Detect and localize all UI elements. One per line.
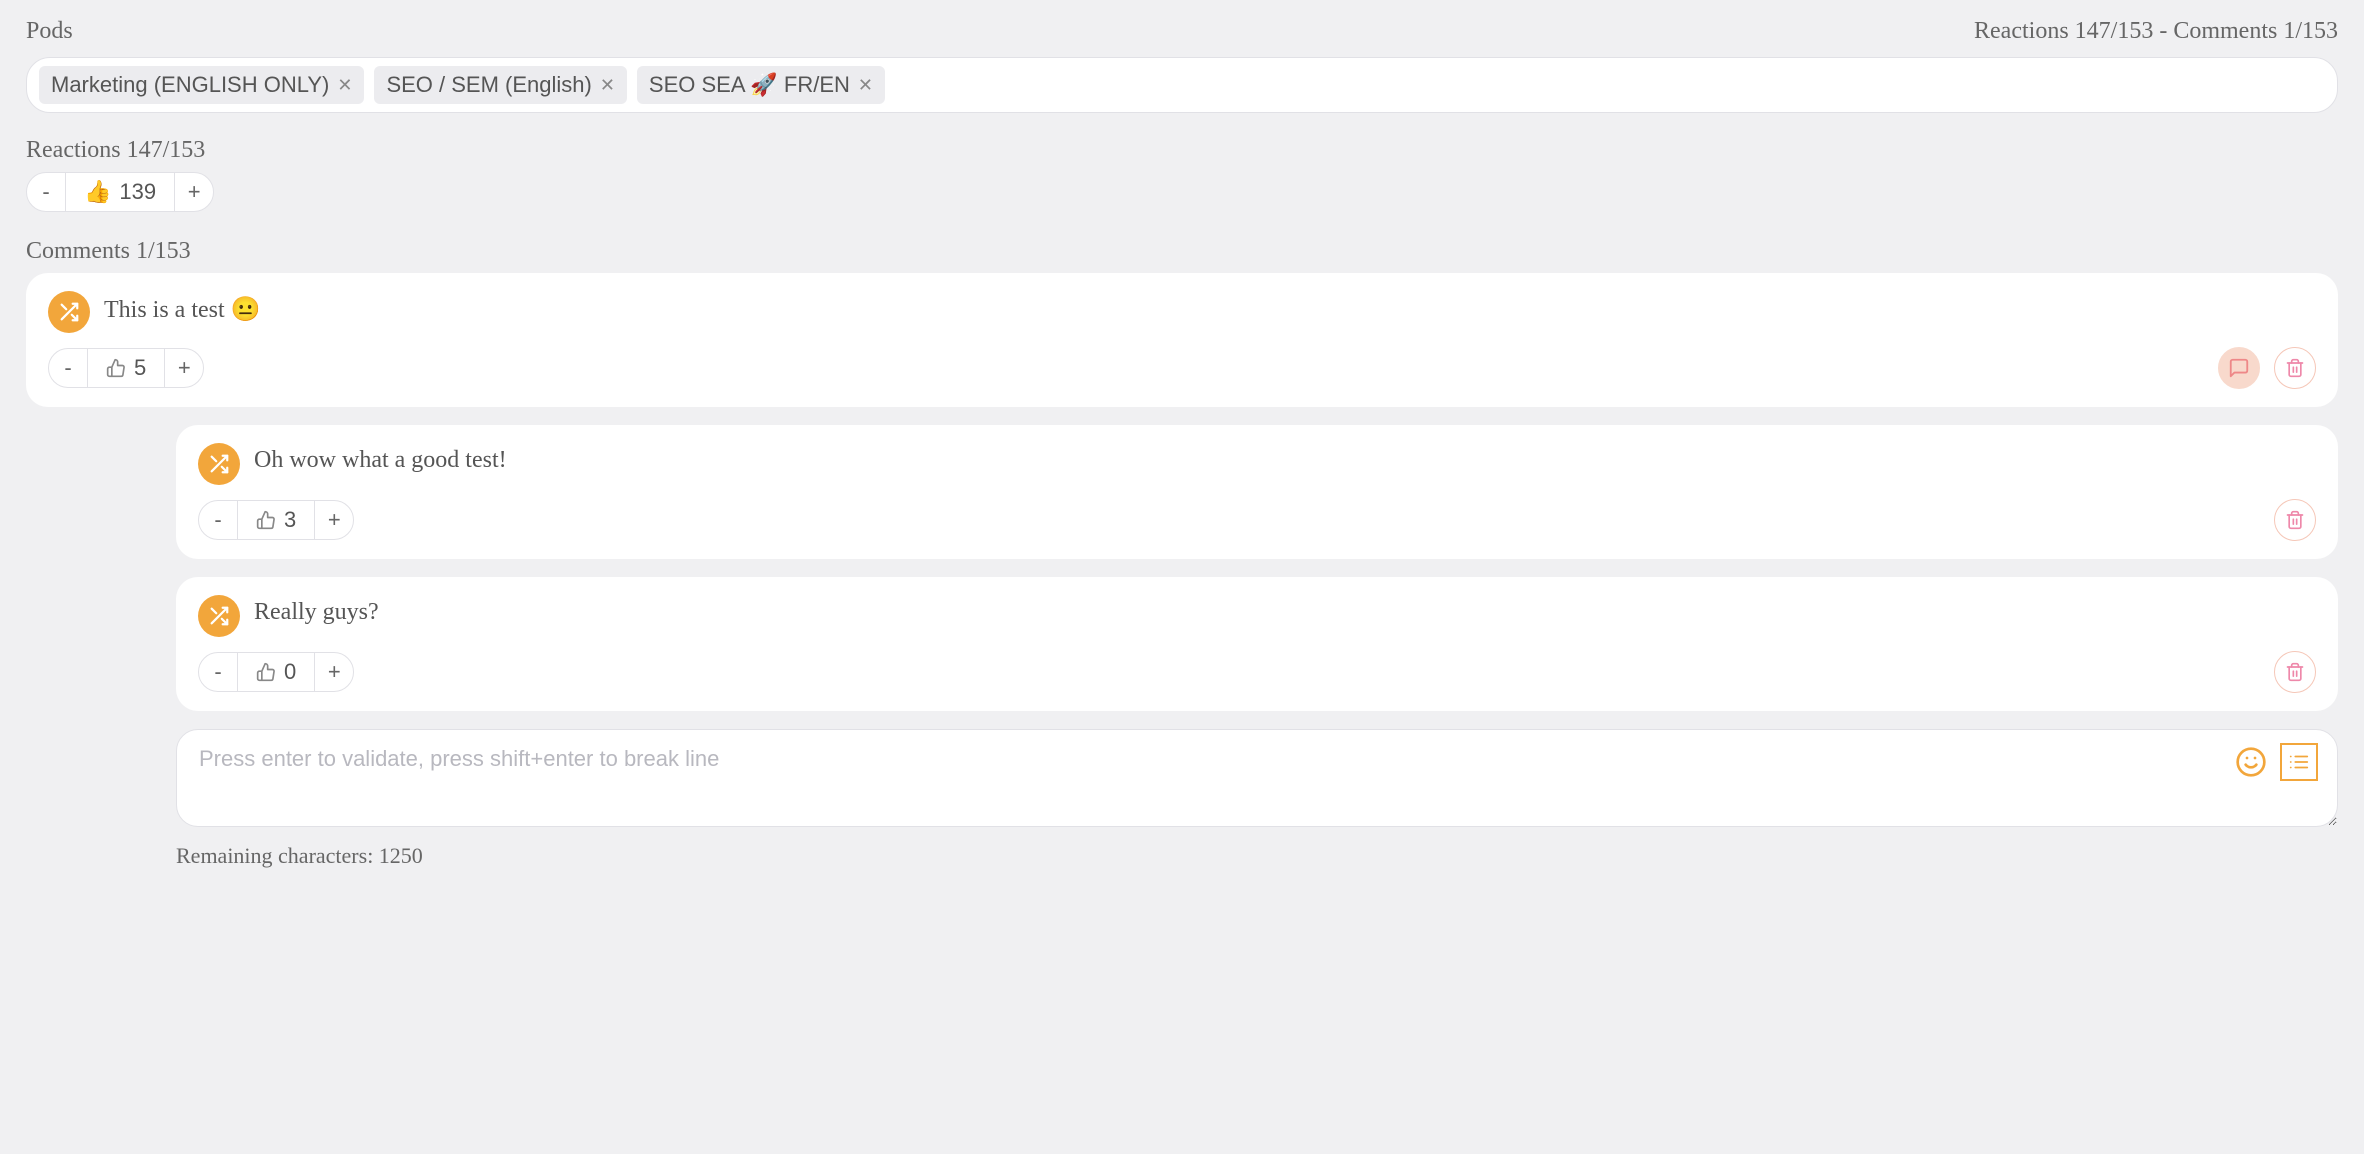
remove-pod-icon[interactable]: ✕ [600,75,615,96]
comment-text: Oh wow what a good test! [254,443,507,474]
reactions-counter: - 👍 139 + [26,172,214,212]
pod-chip: SEO / SEM (English) ✕ [374,66,626,104]
reply-button[interactable] [2218,347,2260,389]
remove-pod-icon[interactable]: ✕ [337,75,352,96]
reactions-number: 139 [119,179,156,205]
remove-pod-icon[interactable]: ✕ [858,75,873,96]
increment-button[interactable]: + [315,653,353,691]
like-number: 3 [284,507,296,533]
pods-input[interactable]: Marketing (ENGLISH ONLY) ✕ SEO / SEM (En… [26,57,2338,113]
like-icon [256,662,276,682]
decrement-button[interactable]: - [49,349,87,387]
increment-button[interactable]: + [315,501,353,539]
comment-card: This is a test 😐 - 5 + [26,273,2338,407]
delete-button[interactable] [2274,651,2316,693]
comment-card-reply: Oh wow what a good test! - 3 + [176,425,2338,559]
like-value: 0 [237,653,315,691]
pod-chip-label: SEO / SEM (English) [386,72,591,98]
emoji-picker-button[interactable] [2232,743,2270,781]
decrement-button[interactable]: - [199,653,237,691]
thumbs-up-icon: 👍 [84,179,111,205]
delete-button[interactable] [2274,499,2316,541]
header-stats: Reactions 147/153 - Comments 1/153 [1974,18,2338,45]
new-comment-input[interactable] [176,729,2338,827]
like-counter: - 0 + [198,652,354,692]
delete-button[interactable] [2274,347,2316,389]
pod-chip: Marketing (ENGLISH ONLY) ✕ [39,66,364,104]
increment-button[interactable]: + [165,349,203,387]
reactions-value: 👍 139 [65,173,175,211]
like-counter: - 3 + [198,500,354,540]
like-number: 5 [134,355,146,381]
shuffle-icon[interactable] [198,595,240,637]
shuffle-icon[interactable] [198,443,240,485]
shuffle-icon[interactable] [48,291,90,333]
pod-chip-label: SEO SEA 🚀 FR/EN [649,72,850,98]
comment-card-reply: Really guys? - 0 + [176,577,2338,711]
like-number: 0 [284,659,296,685]
like-counter: - 5 + [48,348,204,388]
like-icon [256,510,276,530]
comment-text: This is a test 😐 [104,291,261,324]
like-value: 3 [237,501,315,539]
decrement-button[interactable]: - [199,501,237,539]
like-value: 5 [87,349,165,387]
template-list-button[interactable] [2280,743,2318,781]
pods-heading: Pods [26,18,73,45]
remaining-characters: Remaining characters: 1250 [176,843,2338,869]
pod-chip-label: Marketing (ENGLISH ONLY) [51,72,329,98]
pod-chip: SEO SEA 🚀 FR/EN ✕ [637,66,885,104]
reactions-label: Reactions 147/153 [26,137,2338,164]
like-icon [106,358,126,378]
comment-text: Really guys? [254,595,379,626]
decrement-button[interactable]: - [27,173,65,211]
increment-button[interactable]: + [175,173,213,211]
comments-label: Comments 1/153 [26,238,2338,265]
